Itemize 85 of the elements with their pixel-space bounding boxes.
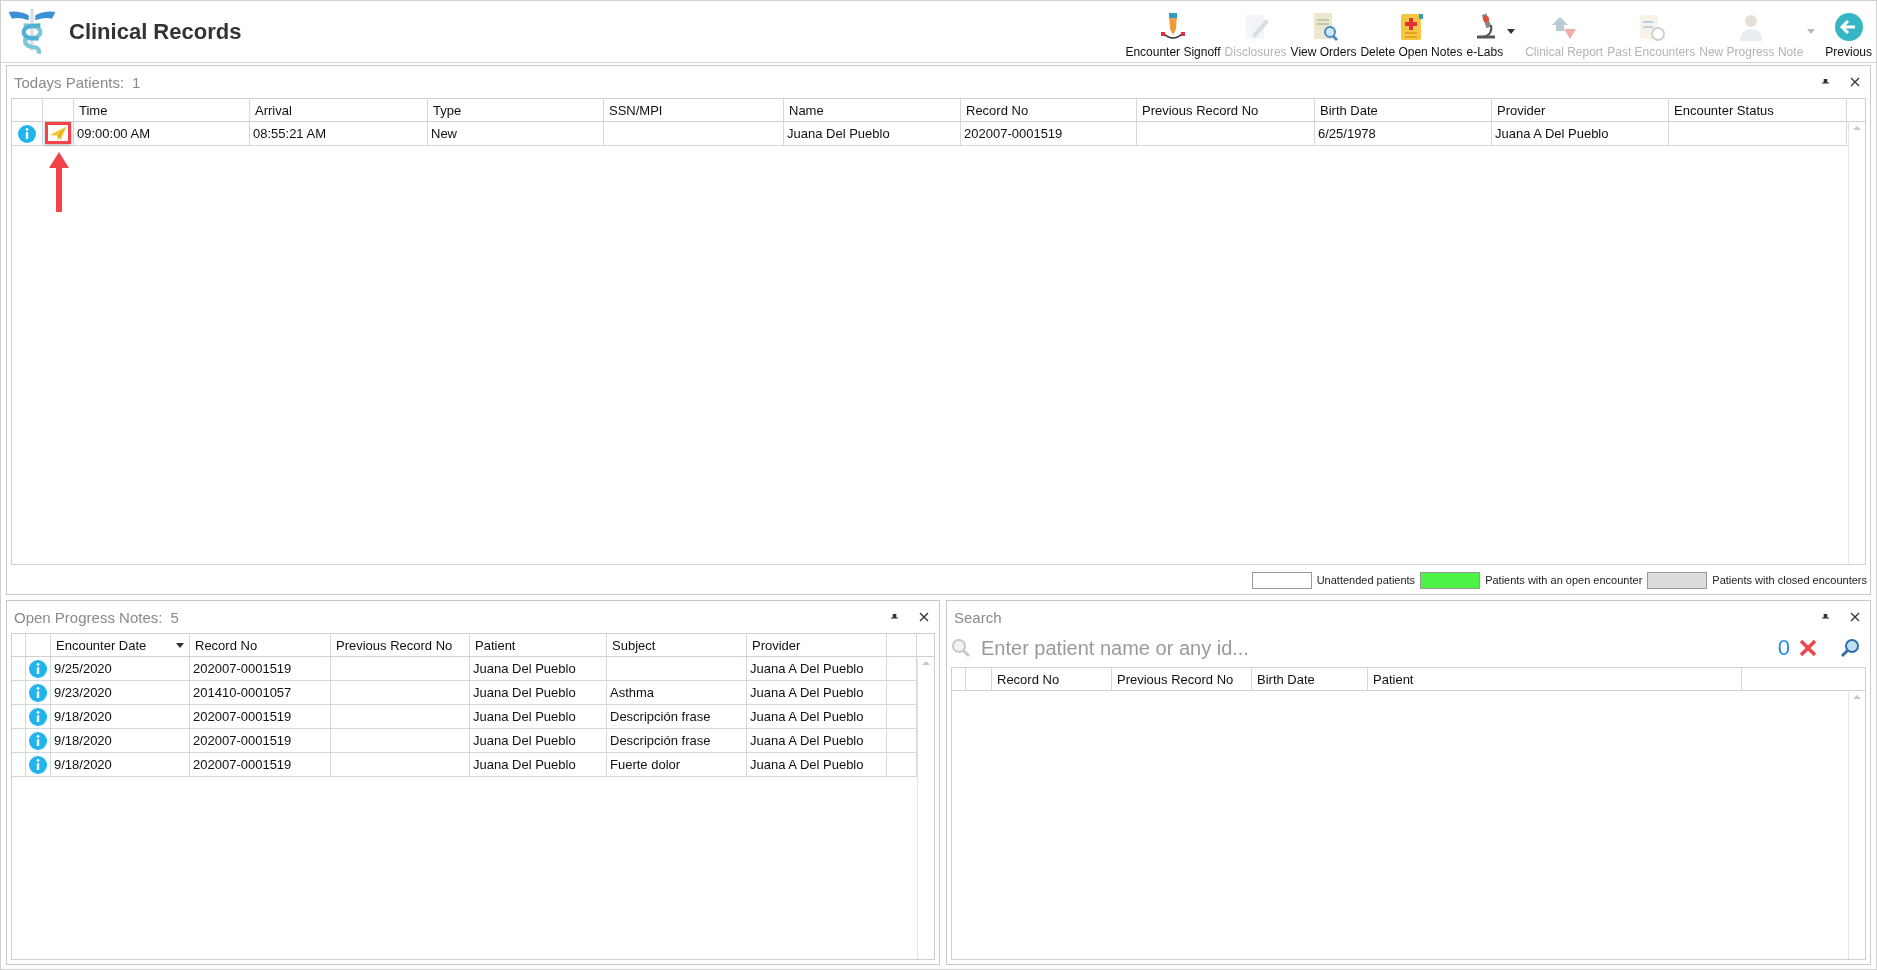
toolbar-button[interactable]: Previous — [1823, 10, 1874, 61]
table-cell: Juana Del Pueblo — [470, 681, 607, 705]
table-cell: Juana A Del Pueblo — [747, 705, 887, 729]
table-cell: Juana Del Pueblo — [470, 753, 607, 777]
table-cell: 9/23/2020 — [51, 681, 190, 705]
close-icon[interactable] — [919, 612, 929, 622]
column-header[interactable]: Patient — [470, 634, 607, 656]
column-header[interactable]: SSN/MPI — [604, 99, 784, 121]
table-cell: Descripción frase — [607, 729, 747, 753]
table-cell: 09:00:00 AM — [74, 122, 250, 146]
table-cell: Juana A Del Pueblo — [1492, 122, 1669, 146]
info-icon[interactable] — [29, 683, 47, 702]
table-cell: New — [428, 122, 604, 146]
table-cell: 6/25/1978 — [1315, 122, 1492, 146]
dropdown-caret-icon[interactable] — [1507, 29, 1516, 34]
table-cell: Juana Del Pueblo — [470, 705, 607, 729]
panel-title: Todays Patients: — [14, 73, 125, 91]
search-icon — [951, 638, 971, 658]
column-header[interactable]: Type — [428, 99, 604, 121]
panel-title: Search — [954, 608, 1002, 626]
table-cell: 202007-0001519 — [190, 729, 331, 753]
table-cell — [887, 657, 917, 681]
table-cell: 9/25/2020 — [51, 657, 190, 681]
legend-label: Patients with closed encounters — [1712, 574, 1867, 586]
table-cell: 9/18/2020 — [51, 753, 190, 777]
column-header[interactable]: Record No — [992, 668, 1112, 690]
table-cell — [887, 753, 917, 777]
table-cell: 9/18/2020 — [51, 729, 190, 753]
info-icon[interactable] — [29, 755, 47, 774]
table-cell: Juana Del Pueblo — [470, 657, 607, 681]
info-icon[interactable] — [29, 707, 47, 726]
legend-label: Patients with an open encounter — [1485, 574, 1643, 586]
table-cell — [887, 681, 917, 705]
table-cell: Juana A Del Pueblo — [747, 657, 887, 681]
info-icon[interactable] — [29, 731, 47, 750]
column-header[interactable]: Record No — [961, 99, 1137, 121]
table-cell: 202007-0001519 — [190, 705, 331, 729]
column-header[interactable]: Provider — [747, 634, 887, 656]
toolbar-button[interactable]: Encounter Signoff — [1123, 10, 1223, 61]
column-header[interactable]: Patient — [1368, 668, 1742, 690]
column-header[interactable]: Name — [784, 99, 961, 121]
toolbar-button[interactable]: Delete Open Notes — [1358, 10, 1465, 61]
panel-title: Open Progress Notes: — [14, 608, 163, 626]
table-cell: 202007-0001519 — [190, 753, 331, 777]
table-cell — [887, 705, 917, 729]
toolbar-button[interactable]: e-Labs — [1464, 10, 1506, 61]
close-icon[interactable] — [1850, 612, 1860, 622]
column-header[interactable]: Subject — [607, 634, 747, 656]
table-cell: 9/18/2020 — [51, 705, 190, 729]
column-header[interactable]: Encounter Status — [1669, 99, 1847, 121]
table-cell: 202007-0001519 — [190, 657, 331, 681]
app-title: Clinical Records — [69, 18, 242, 45]
table-cell: Juana A Del Pueblo — [747, 681, 887, 705]
clear-icon[interactable] — [1798, 638, 1818, 658]
table-cell: 202007-0001519 — [961, 122, 1137, 146]
info-icon[interactable] — [29, 659, 47, 678]
column-header[interactable]: Provider — [1492, 99, 1669, 121]
table-cell: Descripción frase — [607, 705, 747, 729]
table-cell: 08:55:21 AM — [250, 122, 428, 146]
caduceus-logo — [7, 6, 57, 57]
note-count: 5 — [170, 608, 179, 626]
column-header[interactable]: Previous Record No — [1112, 668, 1252, 690]
table-cell: Fuerte dolor — [607, 753, 747, 777]
table-cell — [887, 729, 917, 753]
column-header[interactable]: Birth Date — [1252, 668, 1368, 690]
column-header[interactable]: Record No — [190, 634, 331, 656]
table-cell: Juana Del Pueblo — [784, 122, 961, 146]
close-icon[interactable] — [1850, 77, 1860, 87]
column-header[interactable]: Arrival — [250, 99, 428, 121]
legend-label: Unattended patients — [1316, 574, 1416, 586]
column-header[interactable]: Previous Record No — [1137, 99, 1315, 121]
table-cell: Asthma — [607, 681, 747, 705]
column-header[interactable]: Time — [74, 99, 250, 121]
table-cell: Juana A Del Pueblo — [747, 729, 887, 753]
table-cell: Juana A Del Pueblo — [747, 753, 887, 777]
table-cell: Juana Del Pueblo — [470, 729, 607, 753]
info-icon[interactable] — [18, 124, 36, 143]
search-icon[interactable] — [1840, 638, 1860, 658]
patient-count: 1 — [132, 73, 141, 91]
result-count: 0 — [1777, 635, 1790, 661]
toolbar-button[interactable]: View Orders — [1288, 10, 1359, 61]
column-header[interactable]: Previous Record No — [331, 634, 470, 656]
table-cell: 201410-0001057 — [190, 681, 331, 705]
column-header[interactable]: Encounter Date — [51, 634, 190, 656]
column-header[interactable]: Birth Date — [1315, 99, 1492, 121]
